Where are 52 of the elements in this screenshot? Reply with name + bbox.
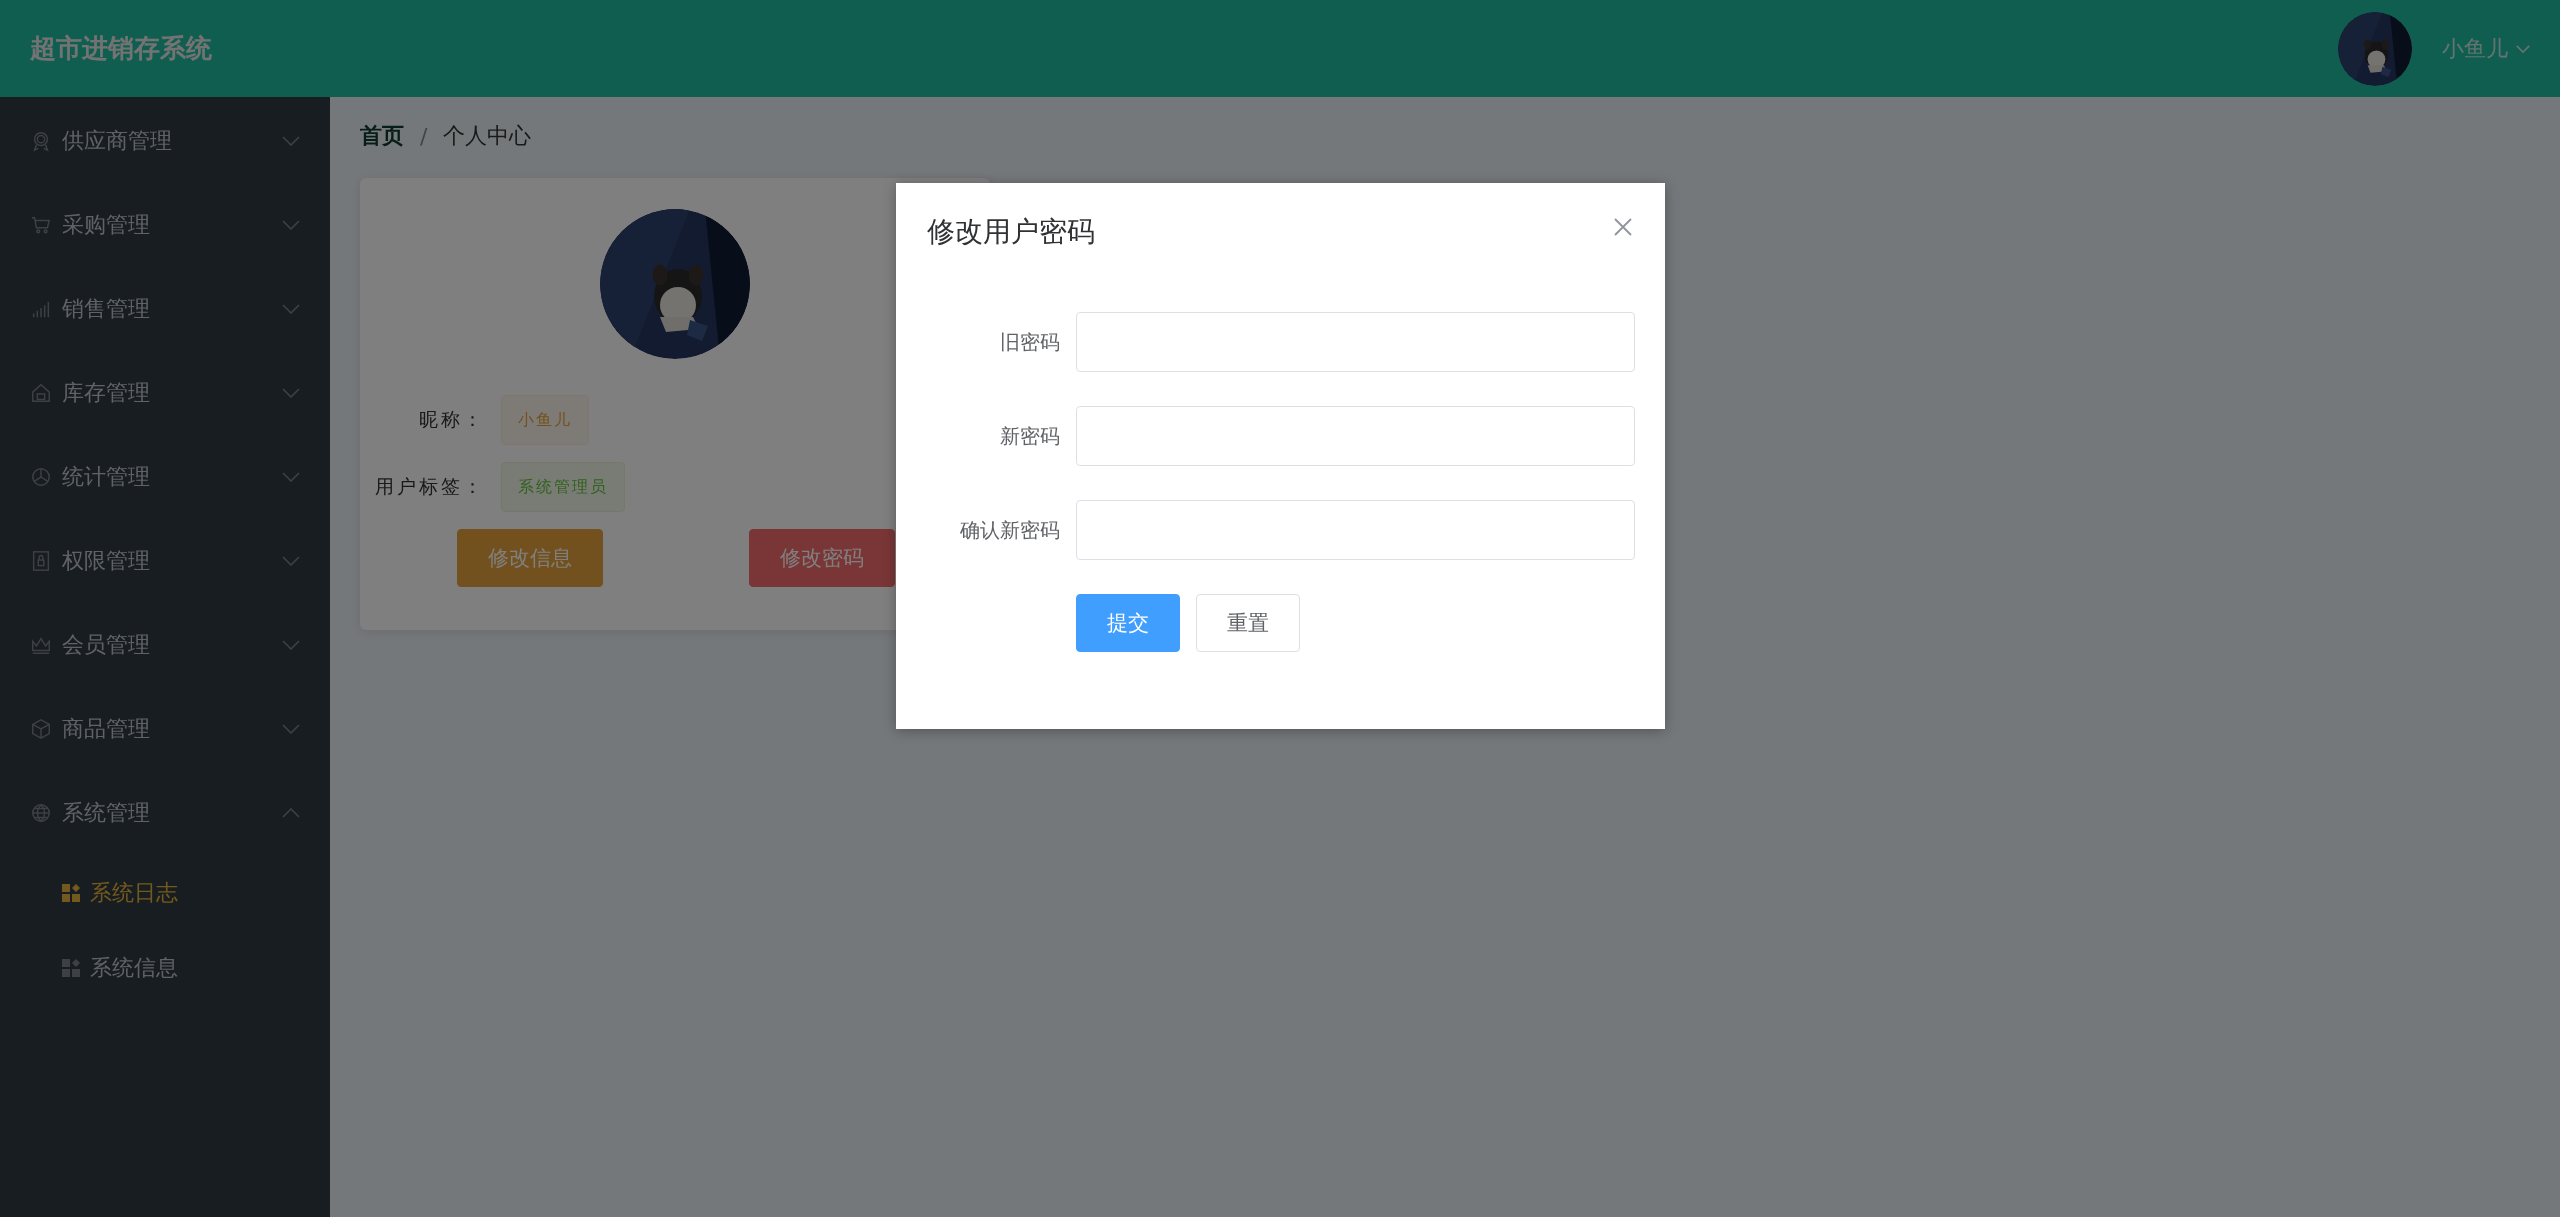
menu-label: 供应商管理 (62, 127, 173, 155)
lock-document-icon (30, 550, 52, 572)
menu-label: 系统管理 (62, 799, 151, 827)
submenu-label: 系统信息 (90, 953, 178, 982)
breadcrumb-item: 个人中心 (443, 122, 532, 150)
field-label: 用户标签： (374, 474, 485, 499)
menu-item[interactable]: 库存管理 (0, 351, 330, 435)
tag: 系统管理员 (501, 462, 625, 512)
password-field[interactable] (1075, 312, 1635, 372)
house-icon (30, 382, 52, 404)
grid-icon (62, 958, 80, 977)
menu-item[interactable]: 销售管理 (0, 267, 330, 351)
cart-icon (30, 214, 52, 236)
breadcrumb-separator: / (420, 123, 428, 149)
reset-button[interactable]: 重置 (1196, 594, 1300, 652)
menu-item[interactable]: 系统管理 (0, 771, 330, 855)
app-title: 超市进销存系统 (30, 32, 212, 65)
edit-info-button[interactable]: 修改信息 (457, 529, 603, 587)
submit-button[interactable]: 提交 (1076, 594, 1180, 652)
tag: 小鱼儿 (501, 395, 589, 445)
chevron-icon (2516, 44, 2530, 53)
pie-chart-icon (30, 466, 52, 488)
menu-item[interactable]: 统计管理 (0, 435, 330, 519)
menu-label: 会员管理 (62, 631, 151, 659)
menu-label: 库存管理 (62, 379, 151, 407)
menu-item[interactable]: 权限管理 (0, 519, 330, 603)
menu-item[interactable]: 商品管理 (0, 687, 330, 771)
password-field[interactable] (1075, 500, 1635, 560)
field-label: 昵称： (418, 407, 485, 432)
globe-icon (30, 802, 52, 824)
submenu-label: 系统日志 (90, 878, 178, 907)
change-password-button[interactable]: 修改密码 (749, 529, 895, 587)
medal-icon (30, 130, 52, 152)
menu-label: 商品管理 (62, 715, 151, 743)
field-label: 确认新密码 (958, 516, 1060, 544)
menu-item[interactable]: 会员管理 (0, 603, 330, 687)
user-menu[interactable]: 小鱼儿 (2442, 33, 2508, 64)
field-label: 新密码 (998, 422, 1060, 450)
password-field[interactable] (1075, 406, 1635, 466)
menu-item[interactable]: 采购管理 (0, 183, 330, 267)
submenu-item[interactable]: 系统信息 (0, 930, 330, 1005)
box-icon (30, 718, 52, 740)
submenu-item[interactable]: 系统日志 (0, 855, 330, 930)
menu-label: 销售管理 (62, 295, 151, 323)
menu-label: 统计管理 (62, 463, 151, 491)
menu-label: 采购管理 (62, 211, 151, 239)
breadcrumb-item[interactable]: 首页 (360, 121, 404, 151)
dialog-title: 修改用户密码 (927, 214, 1095, 250)
menu-item[interactable]: 供应商管理 (0, 99, 330, 183)
field-label: 旧密码 (998, 328, 1060, 356)
grid-icon (62, 883, 80, 902)
menu-label: 权限管理 (62, 547, 151, 575)
